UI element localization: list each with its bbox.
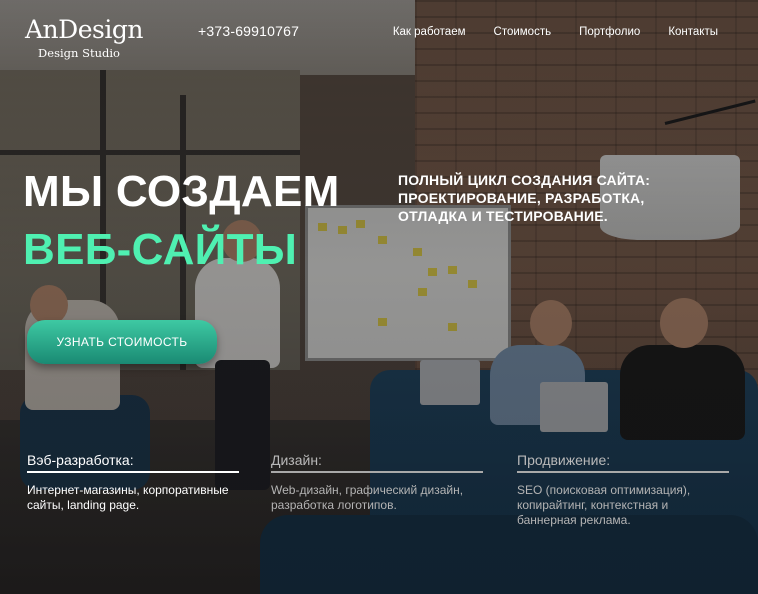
service-design[interactable]: Дизайн: Web-дизайн, графический дизайн, …	[271, 451, 483, 513]
service-promotion[interactable]: Продвижение: SEO (поисковая оптимизация)…	[517, 451, 729, 528]
nav-item-how-we-work[interactable]: Как работаем	[393, 26, 466, 38]
main-nav: Как работаем Стоимость Портфолио Контакт…	[393, 26, 718, 38]
logo-tagline: Design Studio	[38, 46, 120, 60]
get-price-button[interactable]: УЗНАТЬ СТОИМОСТЬ	[27, 320, 217, 364]
nav-item-contacts[interactable]: Контакты	[668, 26, 718, 38]
service-underline	[517, 471, 729, 473]
service-description: Интернет-магазины, корпоративные сайты, …	[27, 483, 229, 512]
service-web-development[interactable]: Вэб-разработка: Интернет-магазины, корпо…	[27, 451, 239, 513]
service-description: Web-дизайн, графический дизайн, разработ…	[271, 483, 464, 512]
logo-name: AnDesign	[25, 15, 143, 44]
hero-title-line2: ВЕБ-САЙТЫ	[23, 225, 298, 274]
service-title: Вэб-разработка:	[27, 452, 134, 468]
phone-link[interactable]: +373-69910767	[198, 23, 299, 39]
service-title: Дизайн:	[271, 452, 322, 468]
hero-title-line1: МЫ СОЗДАЕМ	[23, 167, 340, 216]
service-underline	[271, 471, 483, 473]
hero-subtitle: ПОЛНЫЙ ЦИКЛ СОЗДАНИЯ САЙТА: ПРОЕКТИРОВАН…	[398, 172, 651, 224]
nav-item-portfolio[interactable]: Портфолио	[579, 26, 640, 38]
service-description: SEO (поисковая оптимизация), копирайтинг…	[517, 483, 691, 527]
nav-item-pricing[interactable]: Стоимость	[494, 26, 552, 38]
logo[interactable]: AnDesign Design Studio	[25, 15, 143, 61]
service-title: Продвижение:	[517, 452, 611, 468]
service-underline	[27, 471, 239, 473]
